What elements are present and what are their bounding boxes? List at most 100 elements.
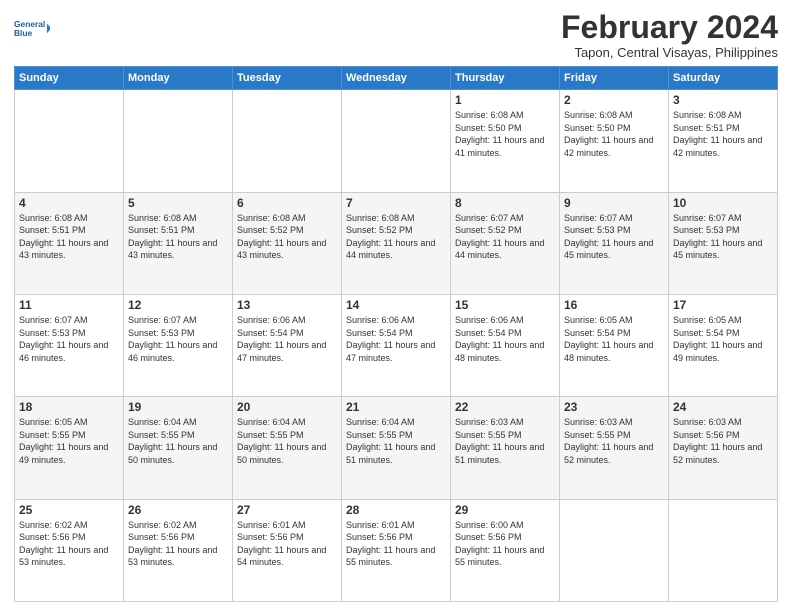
day-info: Sunrise: 6:07 AMSunset: 5:53 PMDaylight:…	[673, 212, 773, 262]
calendar-week-3: 11 Sunrise: 6:07 AMSunset: 5:53 PMDayligh…	[15, 294, 778, 396]
calendar-cell: 4 Sunrise: 6:08 AMSunset: 5:51 PMDaylight…	[15, 192, 124, 294]
day-number: 9	[564, 196, 664, 210]
day-number: 15	[455, 298, 555, 312]
day-number: 21	[346, 400, 446, 414]
day-info: Sunrise: 6:08 AMSunset: 5:50 PMDaylight:…	[564, 109, 664, 159]
calendar-cell: 18Sunrise: 6:05 AMSunset: 5:55 PMDayligh…	[15, 397, 124, 499]
day-number: 4	[19, 196, 119, 210]
calendar-cell: 26 Sunrise: 6:02 AMSunset: 5:56 PMDayligh…	[124, 499, 233, 601]
day-info: Sunrise: 6:04 AMSunset: 5:55 PMDaylight:…	[128, 416, 228, 466]
calendar-weekday-tuesday: Tuesday	[233, 67, 342, 90]
day-number: 3	[673, 93, 773, 107]
day-info: Sunrise: 6:00 AMSunset: 5:56 PMDaylight:…	[455, 519, 555, 569]
calendar-cell: 5 Sunrise: 6:08 AMSunset: 5:51 PMDaylight…	[124, 192, 233, 294]
calendar-cell: 19 Sunrise: 6:04 AMSunset: 5:55 PMDayligh…	[124, 397, 233, 499]
day-number: 11	[19, 298, 119, 312]
calendar-cell: 24Sunrise: 6:03 AMSunset: 5:56 PMDayligh…	[669, 397, 778, 499]
calendar-week-2: 4 Sunrise: 6:08 AMSunset: 5:51 PMDaylight…	[15, 192, 778, 294]
day-number: 19	[128, 400, 228, 414]
day-info: Sunrise: 6:02 AMSunset: 5:56 PMDaylight:…	[128, 519, 228, 569]
day-info: Sunrise: 6:06 AMSunset: 5:54 PMDaylight:…	[346, 314, 446, 364]
day-info: Sunrise: 6:08 AMSunset: 5:51 PMDaylight:…	[128, 212, 228, 262]
calendar-cell: 8 Sunrise: 6:07 AMSunset: 5:52 PMDaylight…	[451, 192, 560, 294]
calendar-cell: 17 Sunrise: 6:05 AMSunset: 5:54 PMDayligh…	[669, 294, 778, 396]
day-info: Sunrise: 6:05 AMSunset: 5:54 PMDaylight:…	[564, 314, 664, 364]
day-number: 14	[346, 298, 446, 312]
calendar-cell: 7 Sunrise: 6:08 AMSunset: 5:52 PMDaylight…	[342, 192, 451, 294]
day-info: Sunrise: 6:03 AMSunset: 5:56 PMDaylight:…	[673, 416, 773, 466]
calendar-weekday-saturday: Saturday	[669, 67, 778, 90]
calendar-cell: 22 Sunrise: 6:03 AMSunset: 5:55 PMDayligh…	[451, 397, 560, 499]
calendar-weekday-wednesday: Wednesday	[342, 67, 451, 90]
calendar-body: 1 Sunrise: 6:08 AMSunset: 5:50 PMDaylight…	[15, 90, 778, 602]
day-number: 12	[128, 298, 228, 312]
svg-text:Blue: Blue	[14, 28, 33, 38]
day-number: 27	[237, 503, 337, 517]
day-number: 6	[237, 196, 337, 210]
logo: General Blue	[14, 14, 50, 44]
day-info: Sunrise: 6:08 AMSunset: 5:51 PMDaylight:…	[673, 109, 773, 159]
day-info: Sunrise: 6:07 AMSunset: 5:52 PMDaylight:…	[455, 212, 555, 262]
calendar-cell: 14 Sunrise: 6:06 AMSunset: 5:54 PMDayligh…	[342, 294, 451, 396]
calendar-cell: 9 Sunrise: 6:07 AMSunset: 5:53 PMDaylight…	[560, 192, 669, 294]
calendar-cell: 25Sunrise: 6:02 AMSunset: 5:56 PMDayligh…	[15, 499, 124, 601]
day-info: Sunrise: 6:06 AMSunset: 5:54 PMDaylight:…	[455, 314, 555, 364]
page: General Blue February 2024 Tapon, Centra…	[0, 0, 792, 612]
day-number: 16	[564, 298, 664, 312]
calendar-cell: 16 Sunrise: 6:05 AMSunset: 5:54 PMDayligh…	[560, 294, 669, 396]
day-info: Sunrise: 6:02 AMSunset: 5:56 PMDaylight:…	[19, 519, 119, 569]
day-number: 7	[346, 196, 446, 210]
day-info: Sunrise: 6:01 AMSunset: 5:56 PMDaylight:…	[346, 519, 446, 569]
calendar-cell	[15, 90, 124, 192]
day-number: 5	[128, 196, 228, 210]
day-info: Sunrise: 6:07 AMSunset: 5:53 PMDaylight:…	[19, 314, 119, 364]
header: General Blue February 2024 Tapon, Centra…	[14, 10, 778, 60]
day-info: Sunrise: 6:05 AMSunset: 5:54 PMDaylight:…	[673, 314, 773, 364]
calendar-weekday-sunday: Sunday	[15, 67, 124, 90]
calendar-table: SundayMondayTuesdayWednesdayThursdayFrid…	[14, 66, 778, 602]
calendar-cell: 13Sunrise: 6:06 AMSunset: 5:54 PMDayligh…	[233, 294, 342, 396]
calendar-cell: 21Sunrise: 6:04 AMSunset: 5:55 PMDayligh…	[342, 397, 451, 499]
day-info: Sunrise: 6:08 AMSunset: 5:51 PMDaylight:…	[19, 212, 119, 262]
calendar-cell: 15 Sunrise: 6:06 AMSunset: 5:54 PMDayligh…	[451, 294, 560, 396]
calendar-cell: 1Sunrise: 6:08 AMSunset: 5:50 PMDaylight…	[451, 90, 560, 192]
day-number: 10	[673, 196, 773, 210]
day-info: Sunrise: 6:08 AMSunset: 5:52 PMDaylight:…	[346, 212, 446, 262]
calendar-cell: 12 Sunrise: 6:07 AMSunset: 5:53 PMDayligh…	[124, 294, 233, 396]
calendar-cell	[342, 90, 451, 192]
calendar-weekday-friday: Friday	[560, 67, 669, 90]
calendar-cell	[669, 499, 778, 601]
day-info: Sunrise: 6:06 AMSunset: 5:54 PMDaylight:…	[237, 314, 337, 364]
day-number: 23	[564, 400, 664, 414]
calendar-cell: 20Sunrise: 6:04 AMSunset: 5:55 PMDayligh…	[233, 397, 342, 499]
title-block: February 2024 Tapon, Central Visayas, Ph…	[561, 10, 778, 60]
day-number: 26	[128, 503, 228, 517]
calendar-weekday-monday: Monday	[124, 67, 233, 90]
day-number: 20	[237, 400, 337, 414]
day-number: 17	[673, 298, 773, 312]
calendar-cell: 28Sunrise: 6:01 AMSunset: 5:56 PMDayligh…	[342, 499, 451, 601]
title-location: Tapon, Central Visayas, Philippines	[561, 45, 778, 60]
day-number: 8	[455, 196, 555, 210]
calendar-cell: 3 Sunrise: 6:08 AMSunset: 5:51 PMDaylight…	[669, 90, 778, 192]
calendar-cell	[124, 90, 233, 192]
calendar-week-4: 18Sunrise: 6:05 AMSunset: 5:55 PMDayligh…	[15, 397, 778, 499]
logo-svg: General Blue	[14, 14, 50, 44]
day-info: Sunrise: 6:07 AMSunset: 5:53 PMDaylight:…	[128, 314, 228, 364]
day-number: 29	[455, 503, 555, 517]
calendar-header-row: SundayMondayTuesdayWednesdayThursdayFrid…	[15, 67, 778, 90]
calendar-cell: 2 Sunrise: 6:08 AMSunset: 5:50 PMDaylight…	[560, 90, 669, 192]
calendar-week-1: 1 Sunrise: 6:08 AMSunset: 5:50 PMDaylight…	[15, 90, 778, 192]
calendar-cell: 11 Sunrise: 6:07 AMSunset: 5:53 PMDayligh…	[15, 294, 124, 396]
day-info: Sunrise: 6:03 AMSunset: 5:55 PMDaylight:…	[455, 416, 555, 466]
calendar-weekday-thursday: Thursday	[451, 67, 560, 90]
day-info: Sunrise: 6:07 AMSunset: 5:53 PMDaylight:…	[564, 212, 664, 262]
day-info: Sunrise: 6:01 AMSunset: 5:56 PMDaylight:…	[237, 519, 337, 569]
calendar-week-5: 25Sunrise: 6:02 AMSunset: 5:56 PMDayligh…	[15, 499, 778, 601]
day-info: Sunrise: 6:08 AMSunset: 5:52 PMDaylight:…	[237, 212, 337, 262]
day-number: 1	[455, 93, 555, 107]
calendar-cell: 23Sunrise: 6:03 AMSunset: 5:55 PMDayligh…	[560, 397, 669, 499]
calendar-cell: 29 Sunrise: 6:00 AMSunset: 5:56 PMDayligh…	[451, 499, 560, 601]
day-number: 22	[455, 400, 555, 414]
day-number: 2	[564, 93, 664, 107]
